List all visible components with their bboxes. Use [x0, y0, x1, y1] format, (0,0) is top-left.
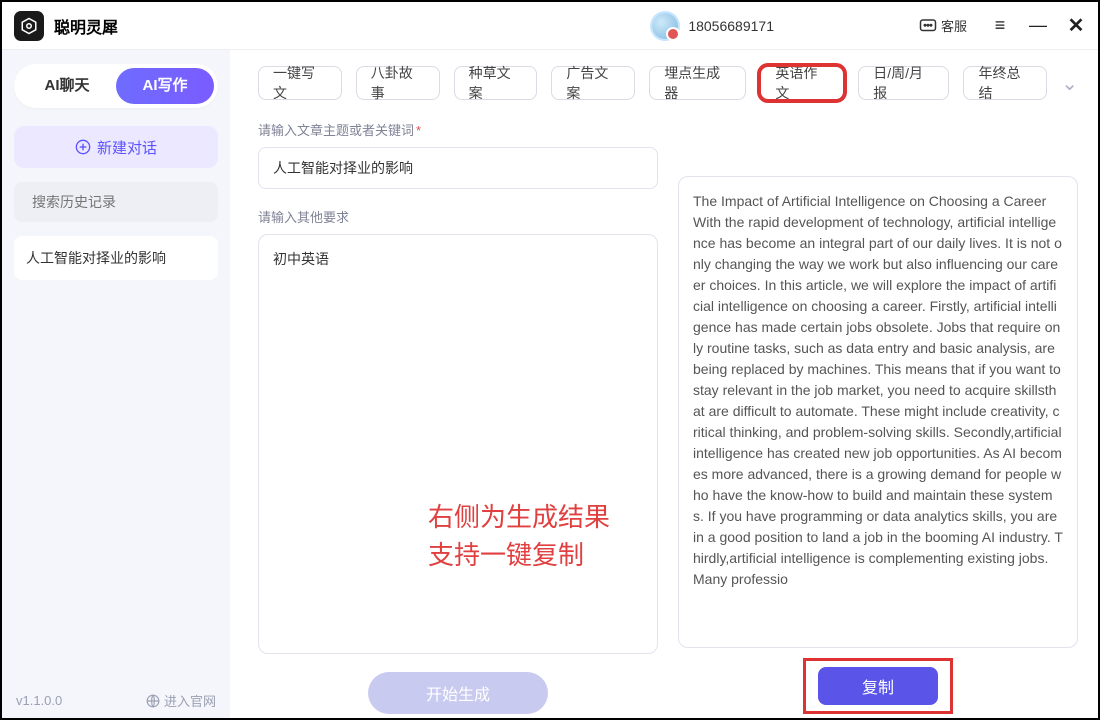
template-pill-1[interactable]: 八卦故事: [356, 66, 440, 100]
result-panel: The Impact of Artificial Intelligence on…: [678, 176, 1078, 648]
user-phone: 18056689171: [688, 18, 774, 34]
copy-highlight-box: 复制: [803, 658, 953, 714]
template-pill-7[interactable]: 年终总结: [963, 66, 1047, 100]
enter-site-label: 进入官网: [164, 691, 216, 710]
minimize-icon[interactable]: —: [1028, 15, 1048, 36]
template-pill-4[interactable]: 埋点生成器: [649, 66, 746, 100]
template-pill-row: 一键写文八卦故事种草文案广告文案埋点生成器英语作文日/周/月报年终总结 ⌄: [258, 66, 1078, 100]
tab-ai-write[interactable]: AI写作: [116, 68, 214, 104]
customer-service-button[interactable]: 客服: [914, 13, 972, 38]
menu-icon[interactable]: ≡: [990, 15, 1010, 36]
version-label: v1.1.0.0: [16, 693, 62, 708]
result-text: The Impact of Artificial Intelligence on…: [693, 191, 1075, 646]
topic-label: 请输入文章主题或者关键词*: [258, 120, 658, 139]
enter-site-link[interactable]: 进入官网: [146, 691, 216, 710]
template-pill-6[interactable]: 日/周/月报: [858, 66, 949, 100]
search-input[interactable]: [14, 182, 218, 222]
app-logo: [14, 11, 44, 41]
copy-button[interactable]: 复制: [818, 667, 938, 705]
history-item[interactable]: 人工智能对择业的影响: [14, 236, 218, 280]
topic-field[interactable]: [273, 160, 643, 176]
extra-label: 请输入其他要求: [258, 207, 658, 226]
customer-service-label: 客服: [941, 16, 967, 35]
template-pill-0[interactable]: 一键写文: [258, 66, 342, 100]
template-pill-3[interactable]: 广告文案: [551, 66, 635, 100]
template-pill-5[interactable]: 英语作文: [760, 66, 844, 100]
chevron-down-icon[interactable]: ⌄: [1061, 71, 1078, 96]
new-chat-button[interactable]: 新建对话: [14, 126, 218, 168]
search-field[interactable]: [32, 194, 213, 210]
new-chat-label: 新建对话: [97, 137, 157, 158]
mode-toggle: AI聊天 AI写作: [14, 64, 218, 108]
extra-textarea[interactable]: [258, 234, 658, 654]
generate-button[interactable]: 开始生成: [368, 672, 548, 714]
template-pill-2[interactable]: 种草文案: [454, 66, 538, 100]
tab-ai-chat[interactable]: AI聊天: [18, 68, 116, 104]
avatar[interactable]: [652, 13, 678, 39]
close-icon[interactable]: ✕: [1066, 13, 1086, 38]
topic-input[interactable]: [258, 147, 658, 189]
app-title: 聪明灵犀: [54, 14, 118, 38]
